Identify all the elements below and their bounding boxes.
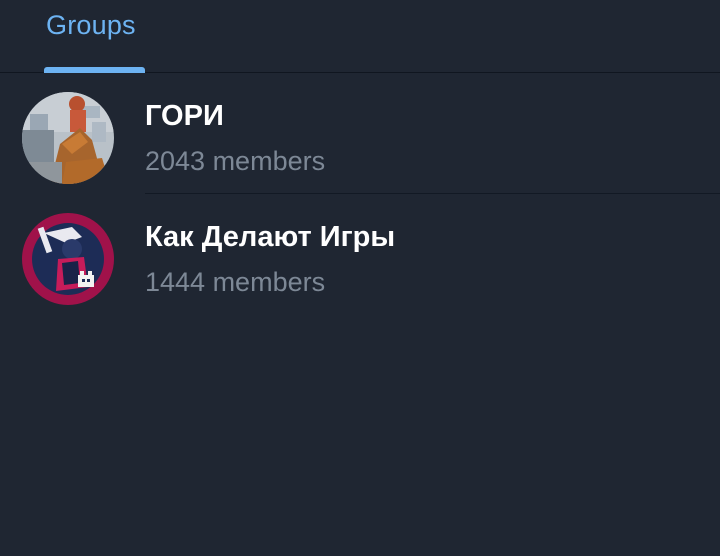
group-name: ГОРИ (145, 100, 224, 132)
list-item[interactable]: Как Делают Игры 1444 members (0, 194, 720, 315)
group-avatar-image (22, 92, 114, 184)
tab-bar: Groups (0, 0, 720, 73)
member-count: 2043 members (145, 146, 326, 176)
group-avatar (22, 213, 114, 305)
tab-groups-label: Groups (46, 10, 136, 40)
group-list: ГОРИ 2043 members Как Делают Игры 1444 m… (0, 73, 720, 315)
group-name: Как Делают Игры (145, 221, 396, 253)
member-count: 1444 members (145, 267, 326, 297)
group-avatar (22, 92, 114, 184)
list-item[interactable]: ГОРИ 2043 members (0, 73, 720, 194)
tab-groups[interactable]: Groups (44, 0, 146, 73)
group-avatar-image (22, 213, 114, 305)
